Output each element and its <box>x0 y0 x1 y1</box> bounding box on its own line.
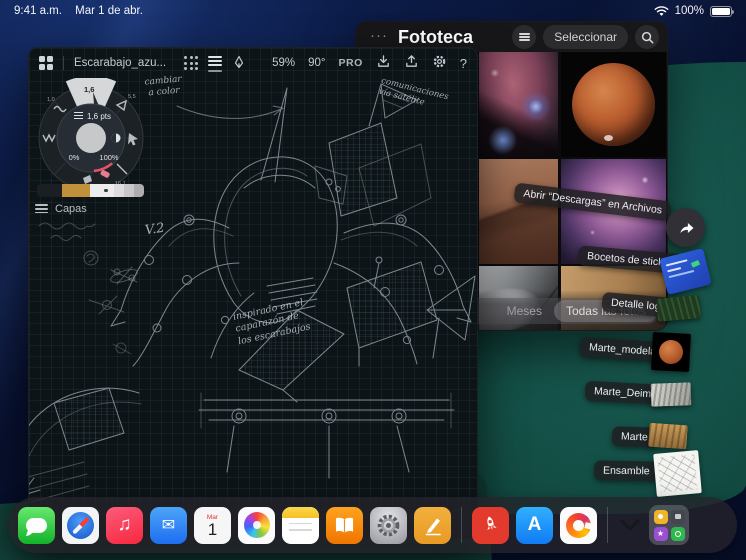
fototeca-title: Fototeca <box>398 26 474 47</box>
dock-app-library-icon[interactable]: ★ <box>649 505 689 545</box>
gear-icon[interactable] <box>432 54 447 72</box>
swatch-gold[interactable] <box>62 184 90 197</box>
drag-label-ensamble[interactable]: Ensamble <box>593 460 659 482</box>
help-button[interactable]: ? <box>460 56 467 71</box>
layers-icon[interactable] <box>208 54 223 72</box>
layers-label: Capas <box>55 202 87 215</box>
dock-chevron-down-icon[interactable] <box>618 507 642 544</box>
filter-icon[interactable] <box>512 25 537 49</box>
dock-divider <box>461 507 462 543</box>
dock: ♫ ✉ Mar 1 A ★ <box>8 497 737 553</box>
dock-paint-app-icon[interactable] <box>560 506 597 544</box>
sticker-green[interactable] <box>656 295 701 322</box>
zoom-level[interactable]: 59% <box>272 57 295 69</box>
layers-panel-header[interactable]: Capas <box>35 202 87 215</box>
import-icon[interactable] <box>376 54 391 72</box>
dock-rocket-app-icon[interactable] <box>472 506 509 544</box>
date: Mar 1 de abr. <box>75 5 143 17</box>
tool-wheel[interactable]: 1,6 1,6 pts 0% 100% 1,0 5,5 16,1 6,0 <box>33 78 149 194</box>
select-button[interactable]: Seleccionar <box>543 25 628 49</box>
swatch-white-selected[interactable] <box>90 184 114 197</box>
dock-mail-icon[interactable]: ✉ <box>150 506 187 544</box>
thumb-marte-modelado[interactable] <box>651 332 691 372</box>
photo-desert-hills[interactable] <box>479 159 558 264</box>
battery-icon <box>710 5 734 17</box>
status-bar: 9:41 a.m. Mar 1 de abr. 100% <box>0 0 746 22</box>
share-button[interactable] <box>666 208 705 247</box>
wheel-opacity-max: 100% <box>99 153 119 162</box>
segment-months[interactable]: Meses <box>495 304 554 318</box>
photo-horsehead-nebula[interactable] <box>479 52 558 157</box>
swatch-gray-1[interactable] <box>114 184 124 197</box>
layers-list-icon <box>35 202 48 215</box>
rotation-value[interactable]: 90° <box>308 57 325 69</box>
dock-music-icon[interactable]: ♫ <box>106 506 143 544</box>
photo-mars-planet[interactable] <box>561 52 666 157</box>
ring-label-2: 5,5 <box>128 94 136 100</box>
dock-notes-icon[interactable] <box>282 506 319 544</box>
wifi-icon <box>654 5 668 16</box>
swatch-gray-2[interactable] <box>124 184 134 197</box>
pro-badge[interactable]: PRO <box>339 57 363 69</box>
pen-settings-icon[interactable] <box>232 55 246 72</box>
battery-percent: 100% <box>674 5 704 17</box>
wheel-size-label: 1,6 pts <box>87 112 111 121</box>
dock-sketch-app-icon[interactable] <box>414 506 451 544</box>
dock-books-icon[interactable] <box>326 506 363 544</box>
ring-label-1: 1,0 <box>47 97 55 103</box>
swatch-black[interactable] <box>37 184 62 197</box>
drawing-toolbar: Escarabajo_azu... 59% 90° PRO ? <box>29 48 477 78</box>
thumb-marte-deimos[interactable] <box>650 382 692 407</box>
share-arrow-icon <box>679 222 693 233</box>
search-icon[interactable] <box>635 25 659 49</box>
document-title[interactable]: Escarabajo_azu... <box>74 57 166 69</box>
dock-divider <box>607 507 608 543</box>
clock: 9:41 a.m. <box>14 5 62 17</box>
thumb-marte[interactable] <box>648 422 688 450</box>
dock-calendar-icon[interactable]: Mar 1 <box>194 506 231 544</box>
dock-safari-icon[interactable] <box>62 506 99 544</box>
gallery-icon[interactable] <box>39 56 53 70</box>
dock-settings-icon[interactable] <box>370 506 407 544</box>
thumb-ensamble[interactable] <box>653 450 702 497</box>
precision-grid-icon[interactable] <box>184 56 199 70</box>
wheel-opacity-min: 0% <box>69 153 80 162</box>
drawing-app-window: Escarabajo_azu... 59% 90° PRO ? 1,6 1,6 … <box>28 47 478 540</box>
color-swatch-bar <box>37 184 144 197</box>
swatch-gray-3[interactable] <box>134 184 144 197</box>
dock-messages-icon[interactable] <box>18 506 55 544</box>
wheel-size-value: 1,6 <box>84 85 94 94</box>
ipad-screen: ··· Fototeca Seleccionar Meses Todas las… <box>0 0 746 560</box>
dock-appstore-icon[interactable]: A <box>516 506 553 544</box>
dock-photos-icon[interactable] <box>238 506 275 544</box>
window-controls-dots[interactable]: ··· <box>370 27 388 44</box>
export-icon[interactable] <box>404 54 419 72</box>
